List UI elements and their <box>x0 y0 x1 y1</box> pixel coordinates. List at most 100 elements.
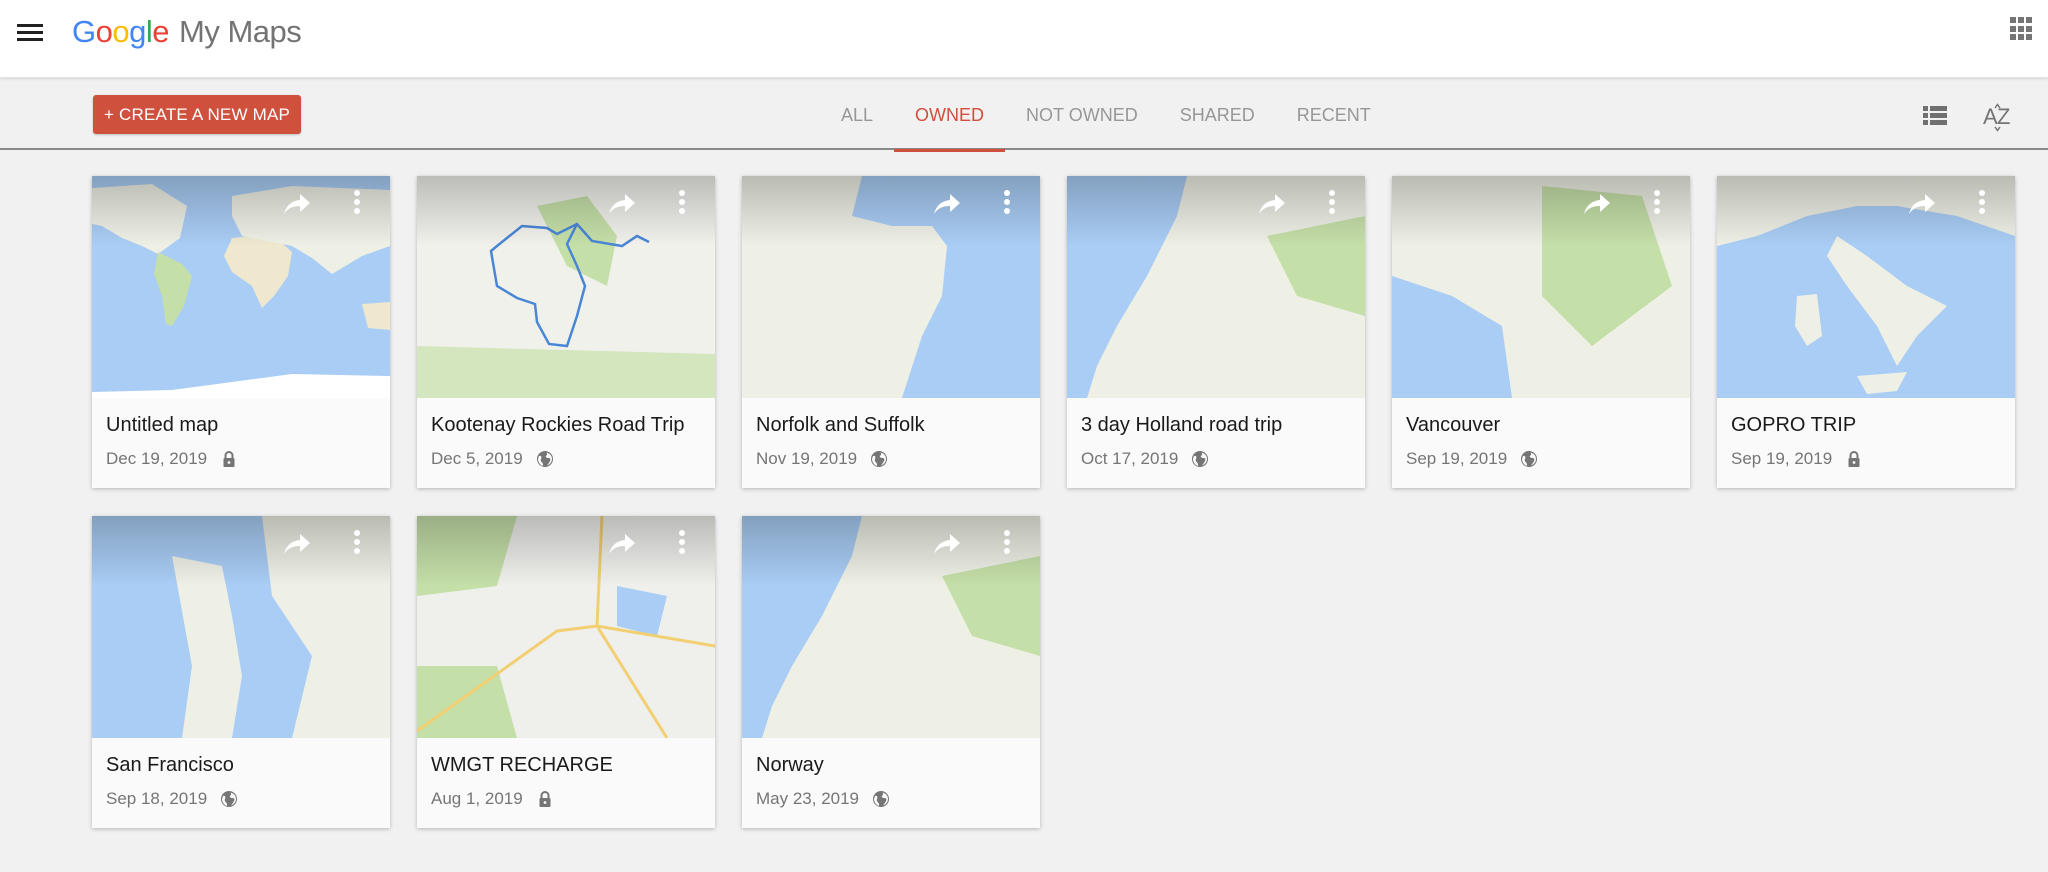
share-icon[interactable] <box>1257 192 1287 218</box>
create-new-map-button[interactable]: + CREATE A NEW MAP <box>93 95 302 134</box>
map-title[interactable]: Norfolk and Suffolk <box>756 414 925 437</box>
map-meta: May 23, 2019 <box>756 789 890 809</box>
map-card[interactable]: WMGT RECHARGE Aug 1, 2019 <box>417 516 715 828</box>
map-title[interactable]: Kootenay Rockies Road Trip <box>431 414 684 437</box>
map-date: Sep 18, 2019 <box>106 789 208 808</box>
map-date: Dec 19, 2019 <box>106 449 208 468</box>
logo-letter: o <box>112 14 130 49</box>
tab-owned[interactable]: OWNED <box>894 78 1006 152</box>
logo-letter: g <box>129 14 146 49</box>
map-card[interactable]: Norway May 23, 2019 <box>742 516 1040 828</box>
share-icon[interactable] <box>1907 192 1937 218</box>
more-options-icon[interactable] <box>1977 190 1987 220</box>
map-title[interactable]: GOPRO TRIP <box>1731 414 1856 437</box>
filter-tabs: ALL OWNED NOT OWNED SHARED RECENT <box>820 78 1392 152</box>
map-meta: Aug 1, 2019 <box>431 789 554 809</box>
card-footer: Norway May 23, 2019 <box>742 738 1040 828</box>
map-title[interactable]: Untitled map <box>106 414 218 437</box>
map-card[interactable]: Norfolk and Suffolk Nov 19, 2019 <box>742 176 1040 488</box>
map-meta: Sep 19, 2019 <box>1731 449 1863 469</box>
map-meta: Dec 19, 2019 <box>106 449 238 469</box>
lock-icon <box>223 451 235 467</box>
apps-grid-icon[interactable] <box>2010 17 2034 41</box>
logo-letter: G <box>72 14 96 49</box>
map-date: May 23, 2019 <box>756 789 860 808</box>
share-icon[interactable] <box>282 532 312 558</box>
map-title[interactable]: Vancouver <box>1406 414 1500 437</box>
product-name: My Maps <box>179 14 302 49</box>
more-options-icon[interactable] <box>677 530 687 560</box>
map-title[interactable]: Norway <box>756 754 824 777</box>
globe-icon <box>871 451 888 467</box>
map-title[interactable]: WMGT RECHARGE <box>431 754 613 777</box>
map-meta: Sep 18, 2019 <box>106 789 238 809</box>
card-footer: Norfolk and Suffolk Nov 19, 2019 <box>742 398 1040 488</box>
globe-icon <box>1192 451 1209 467</box>
map-card[interactable]: Vancouver Sep 19, 2019 <box>1392 176 1690 488</box>
share-icon[interactable] <box>932 532 962 558</box>
thumbnail-shade <box>742 176 1040 246</box>
thumbnail-shade <box>417 516 715 586</box>
tab-shared[interactable]: SHARED <box>1159 78 1276 150</box>
thumbnail-shade <box>1717 176 2015 246</box>
list-view-icon[interactable] <box>1923 106 1947 125</box>
more-options-icon[interactable] <box>352 530 362 560</box>
share-icon[interactable] <box>1582 192 1612 218</box>
card-footer: 3 day Holland road trip Oct 17, 2019 <box>1067 398 1365 488</box>
map-card[interactable]: San Francisco Sep 18, 2019 <box>92 516 390 828</box>
logo-letter: e <box>152 14 170 49</box>
map-meta: Nov 19, 2019 <box>756 449 888 469</box>
map-card[interactable]: Kootenay Rockies Road Trip Dec 5, 2019 <box>417 176 715 488</box>
hamburger-menu-icon[interactable] <box>17 23 43 43</box>
globe-icon <box>536 451 553 467</box>
map-date: Sep 19, 2019 <box>1406 449 1508 468</box>
map-meta: Dec 5, 2019 <box>431 449 554 469</box>
map-meta: Oct 17, 2019 <box>1081 449 1209 469</box>
share-icon[interactable] <box>932 192 962 218</box>
map-date: Dec 5, 2019 <box>431 449 523 468</box>
share-icon[interactable] <box>282 192 312 218</box>
tab-recent[interactable]: RECENT <box>1276 78 1392 150</box>
thumbnail-shade <box>92 516 390 586</box>
globe-icon <box>221 791 238 807</box>
lock-icon <box>1848 451 1860 467</box>
map-title[interactable]: 3 day Holland road trip <box>1081 414 1282 437</box>
more-options-icon[interactable] <box>352 190 362 220</box>
card-footer: Untitled map Dec 19, 2019 <box>92 398 390 488</box>
sort-az-icon[interactable]: A Z <box>1983 100 2013 132</box>
map-meta: Sep 19, 2019 <box>1406 449 1538 469</box>
app-logo[interactable]: Google My Maps <box>72 14 302 50</box>
thumbnail-shade <box>417 176 715 246</box>
more-options-icon[interactable] <box>1327 190 1337 220</box>
globe-icon <box>1521 451 1538 467</box>
card-footer: Vancouver Sep 19, 2019 <box>1392 398 1690 488</box>
card-footer: GOPRO TRIP Sep 19, 2019 <box>1717 398 2015 488</box>
more-options-icon[interactable] <box>1002 530 1012 560</box>
card-footer: WMGT RECHARGE Aug 1, 2019 <box>417 738 715 828</box>
more-options-icon[interactable] <box>1652 190 1662 220</box>
map-title[interactable]: San Francisco <box>106 754 234 777</box>
map-card[interactable]: GOPRO TRIP Sep 19, 2019 <box>1717 176 2015 488</box>
map-date: Sep 19, 2019 <box>1731 449 1833 468</box>
thumbnail-shade <box>92 176 390 246</box>
card-footer: San Francisco Sep 18, 2019 <box>92 738 390 828</box>
tab-all[interactable]: ALL <box>820 78 894 150</box>
toolbar: + CREATE A NEW MAP ALL OWNED NOT OWNED S… <box>0 78 2048 152</box>
globe-icon <box>873 791 890 807</box>
map-date: Aug 1, 2019 <box>431 789 523 808</box>
map-card[interactable]: Untitled map Dec 19, 2019 <box>92 176 390 488</box>
app-header: Google My Maps <box>0 0 2048 78</box>
share-icon[interactable] <box>607 532 637 558</box>
more-options-icon[interactable] <box>677 190 687 220</box>
thumbnail-shade <box>1392 176 1690 246</box>
card-footer: Kootenay Rockies Road Trip Dec 5, 2019 <box>417 398 715 488</box>
map-date: Nov 19, 2019 <box>756 449 858 468</box>
tab-not-owned[interactable]: NOT OWNED <box>1005 78 1159 150</box>
map-date: Oct 17, 2019 <box>1081 449 1179 468</box>
thumbnail-shade <box>742 516 1040 586</box>
map-card[interactable]: 3 day Holland road trip Oct 17, 2019 <box>1067 176 1365 488</box>
share-icon[interactable] <box>607 192 637 218</box>
thumbnail-shade <box>1067 176 1365 246</box>
more-options-icon[interactable] <box>1002 190 1012 220</box>
logo-letter: o <box>95 14 113 49</box>
